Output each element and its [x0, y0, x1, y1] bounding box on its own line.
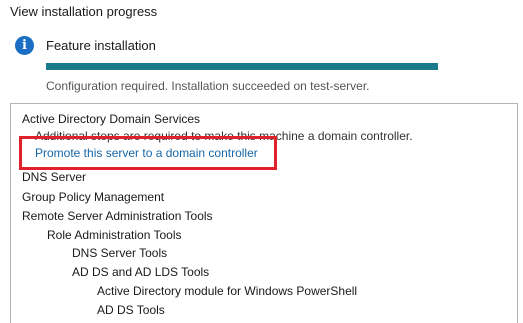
result-dns-server-tools: DNS Server Tools	[72, 246, 168, 260]
result-rsat: Remote Server Administration Tools	[22, 209, 213, 223]
info-icon: i	[15, 36, 34, 55]
result-dns-server: DNS Server	[22, 170, 87, 184]
installation-progress-fill	[46, 63, 438, 70]
result-adds-lds-tools: AD DS and AD LDS Tools	[72, 265, 210, 279]
result-adds-label: Active Directory Domain Services	[22, 112, 201, 126]
result-ad-powershell-module: Active Directory module for Windows Powe…	[97, 284, 358, 298]
installation-progress-bar	[46, 63, 438, 70]
feature-installation-title: Feature installation	[46, 38, 156, 53]
installation-status-text: Configuration required. Installation suc…	[46, 79, 370, 93]
result-group-policy-management: Group Policy Management	[22, 190, 165, 204]
page-title: View installation progress	[10, 4, 158, 19]
highlight-annotation-box	[19, 136, 277, 170]
result-role-administration-tools: Role Administration Tools	[47, 228, 182, 242]
